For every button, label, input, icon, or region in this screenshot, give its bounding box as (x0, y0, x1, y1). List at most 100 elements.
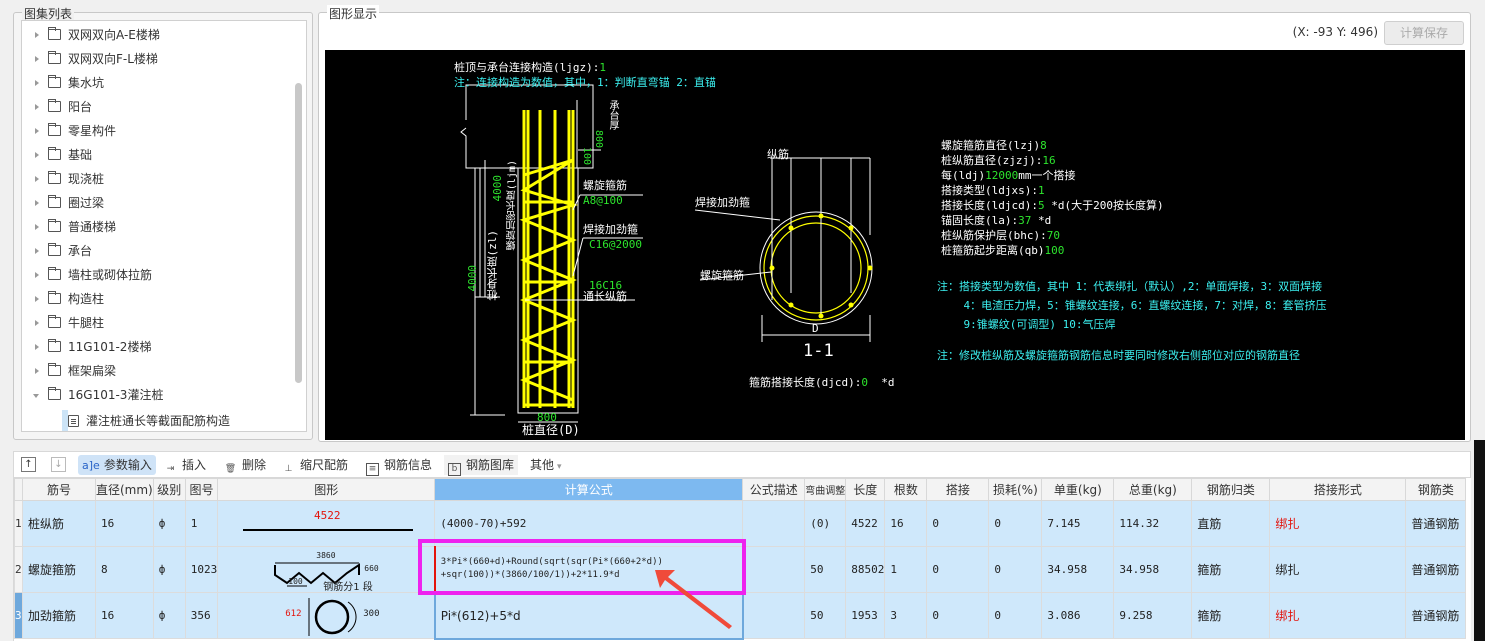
diameter-cell[interactable]: 16 (95, 500, 154, 547)
chevron-right-icon[interactable] (35, 248, 39, 254)
rebar-type-cell[interactable]: 普通钢筋 (1405, 592, 1467, 639)
grade-cell[interactable]: ф (152, 546, 186, 593)
rebar-info-button[interactable]: ≡ 钢筋信息 (362, 455, 436, 476)
move-up-button[interactable]: ↑ (21, 457, 36, 472)
note-line: 9:锥螺纹(可调型) 10:气压焊 (937, 318, 1116, 331)
column-header[interactable]: 图号 (184, 478, 219, 501)
column-header[interactable]: 总重(kg) (1113, 478, 1193, 501)
chevron-right-icon[interactable] (35, 272, 39, 278)
count-cell[interactable]: 16 (884, 500, 928, 547)
grade-cell[interactable]: ф (152, 500, 186, 547)
bend-adjust-cell[interactable]: 50 (804, 546, 847, 593)
chevron-right-icon[interactable] (35, 152, 39, 158)
bend-adjust-cell[interactable]: (0) (804, 500, 847, 547)
bar-name-cell[interactable]: 螺旋箍筋 (22, 546, 96, 593)
total-weight-cell[interactable]: 9.258 (1113, 592, 1193, 639)
chevron-right-icon[interactable] (35, 56, 39, 62)
loss-cell[interactable]: 0 (988, 500, 1043, 547)
column-header[interactable]: 图形 (217, 478, 436, 501)
category-cell[interactable]: 箍筋 (1191, 546, 1271, 593)
formula-desc-cell[interactable] (742, 500, 806, 547)
table-row[interactable]: 3 加劲箍筋 16 ф 356 612 300 Pi*(612)+5*d 50 1953 3 0 0 3.… (14, 591, 1467, 640)
chevron-down-icon[interactable] (33, 394, 39, 398)
loss-cell[interactable]: 0 (988, 592, 1043, 639)
row-number[interactable]: 2 (14, 546, 23, 593)
chevron-right-icon[interactable] (35, 200, 39, 206)
chevron-right-icon[interactable] (35, 176, 39, 182)
shape-cell[interactable]: 4522 (217, 500, 436, 547)
chevron-right-icon[interactable] (35, 80, 39, 86)
rebar-library-button[interactable]: b 钢筋图库 (444, 455, 519, 476)
total-weight-cell[interactable]: 114.32 (1113, 500, 1193, 547)
column-header[interactable]: 计算公式 (434, 478, 744, 501)
tree-scrollbar[interactable] (295, 83, 302, 383)
bend-adjust-cell[interactable]: 50 (804, 592, 847, 639)
figure-number-cell[interactable]: 1023 (184, 546, 219, 593)
chevron-right-icon[interactable] (35, 224, 39, 230)
lap-type-cell[interactable]: 绑扎 (1269, 592, 1407, 639)
chevron-right-icon[interactable] (35, 344, 39, 350)
other-menu-button[interactable]: 其他 ▾ (526, 455, 566, 475)
length-cell[interactable]: 88502 (845, 546, 886, 593)
rebar-type-cell[interactable]: 普通钢筋 (1405, 546, 1467, 593)
column-header[interactable]: 弯曲调整 (804, 478, 847, 501)
column-header[interactable]: 单重(kg) (1041, 478, 1115, 501)
lap-cell[interactable]: 0 (926, 546, 990, 593)
row-number[interactable]: 3 (14, 592, 23, 639)
scale-rebar-button[interactable]: ⊥ 缩尺配筋 (278, 455, 352, 475)
category-cell[interactable]: 直筋 (1191, 500, 1271, 547)
delete-button[interactable]: 🗑 删除 (220, 455, 270, 475)
unit-weight-cell[interactable]: 7.145 (1041, 500, 1115, 547)
column-header[interactable]: 直径(mm) (95, 478, 154, 501)
diameter-cell[interactable]: 8 (95, 546, 154, 593)
column-header[interactable]: 损耗(%) (988, 478, 1043, 501)
figure-number-cell[interactable]: 1 (184, 500, 219, 547)
count-cell[interactable]: 3 (884, 592, 928, 639)
column-header[interactable]: 钢筋类 (1405, 478, 1467, 501)
column-header[interactable]: 长度 (845, 478, 886, 501)
chevron-right-icon[interactable] (35, 32, 39, 38)
chevron-right-icon[interactable] (35, 296, 39, 302)
unit-weight-cell[interactable]: 34.958 (1041, 546, 1115, 593)
category-cell[interactable]: 箍筋 (1191, 592, 1271, 639)
chevron-right-icon[interactable] (35, 368, 39, 374)
right-edge-scrollbar[interactable] (1474, 440, 1485, 641)
chevron-right-icon[interactable] (35, 128, 39, 134)
tree-leaf-selected[interactable]: 灌注桩通长等截面配筋构造 (62, 410, 230, 431)
column-header[interactable]: 级别 (152, 478, 186, 501)
row-number[interactable]: 1 (14, 500, 23, 547)
grade-cell[interactable]: ф (152, 592, 186, 639)
column-header[interactable]: 搭接 (926, 478, 990, 501)
lap-cell[interactable]: 0 (926, 592, 990, 639)
chevron-right-icon[interactable] (35, 104, 39, 110)
param-input-button[interactable]: a]e 参数输入 (78, 455, 156, 475)
shape-cell[interactable]: 612 300 (217, 592, 436, 639)
column-header[interactable]: 根数 (884, 478, 928, 501)
lap-type-cell[interactable]: 绑扎 (1269, 546, 1407, 593)
cad-drawing-canvas[interactable]: 桩顶与承台连接构造(ljgz):1 注：连接构造为数值，其中，1：判断直弯锚 2… (325, 50, 1465, 440)
lap-cell[interactable]: 0 (926, 500, 990, 547)
column-header[interactable]: 搭接形式 (1269, 478, 1407, 501)
total-weight-cell[interactable]: 34.958 (1113, 546, 1193, 593)
formula-desc-cell[interactable] (742, 546, 806, 593)
count-cell[interactable]: 1 (884, 546, 928, 593)
column-header[interactable]: 筋号 (22, 478, 96, 501)
move-down-button[interactable]: ↓ (51, 457, 66, 472)
diameter-cell[interactable]: 16 (95, 592, 154, 639)
chevron-right-icon[interactable] (35, 320, 39, 326)
rebar-type-cell[interactable]: 普通钢筋 (1405, 500, 1467, 547)
lap-type-cell[interactable]: 绑扎 (1269, 500, 1407, 547)
formula-desc-cell[interactable] (742, 592, 806, 639)
calc-save-button[interactable]: 计算保存 (1384, 21, 1464, 45)
bar-name-cell[interactable]: 桩纵筋 (22, 500, 96, 547)
column-header[interactable]: 公式描述 (742, 478, 806, 501)
shape-cell[interactable]: 3860 100 660 钢筋分1 段 (217, 546, 436, 593)
length-cell[interactable]: 4522 (845, 500, 886, 547)
bar-name-cell[interactable]: 加劲箍筋 (22, 592, 96, 639)
figure-number-cell[interactable]: 356 (184, 592, 219, 639)
loss-cell[interactable]: 0 (988, 546, 1043, 593)
length-cell[interactable]: 1953 (845, 592, 886, 639)
column-header[interactable]: 钢筋归类 (1191, 478, 1271, 501)
unit-weight-cell[interactable]: 3.086 (1041, 592, 1115, 639)
insert-button[interactable]: ⇥ 插入 (160, 455, 210, 475)
